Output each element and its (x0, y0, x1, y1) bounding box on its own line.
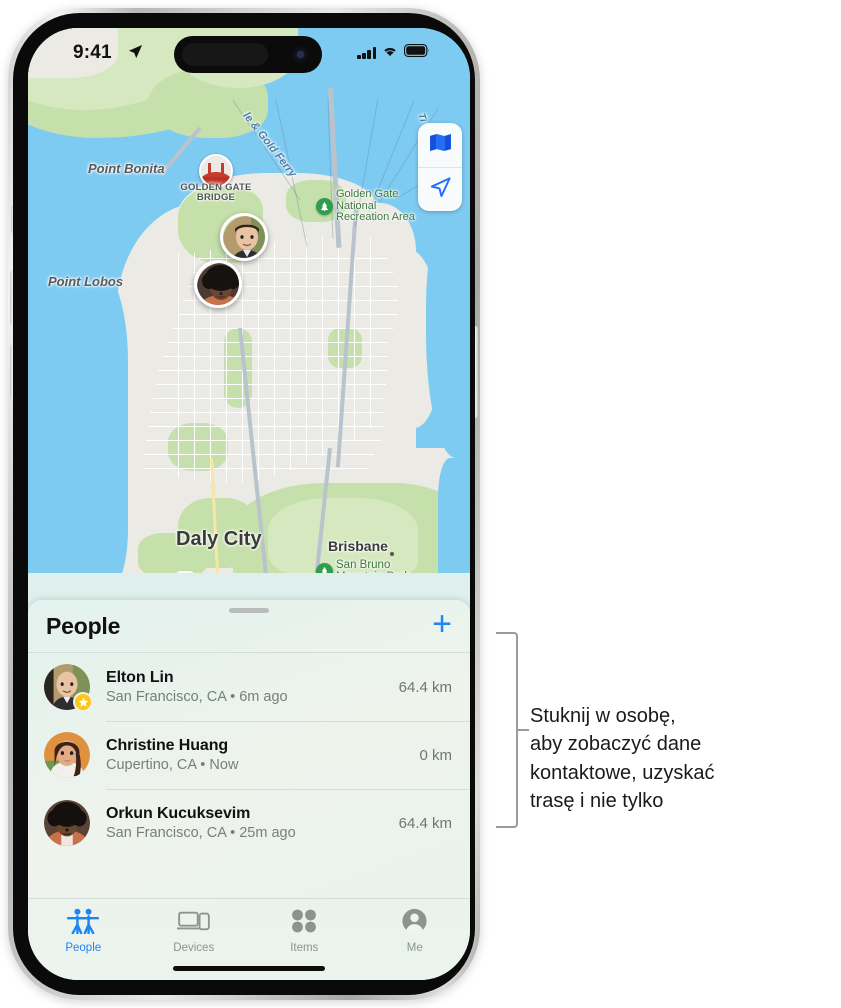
sheet-header: People + (28, 600, 470, 652)
people-icon (67, 908, 100, 939)
favorite-star-badge (73, 692, 93, 712)
phone-frame: Point Bonita Point Lobos GOLDEN GATE BRI… (8, 8, 480, 1000)
home-indicator[interactable] (173, 966, 325, 971)
tab-items[interactable]: Items (249, 908, 360, 954)
battery-full-icon (404, 44, 430, 62)
items-grid-icon (290, 908, 318, 939)
tab-me[interactable]: Me (360, 908, 471, 954)
map-label-ferry-route-2: Ti (415, 112, 429, 124)
tab-label-me: Me (406, 942, 423, 954)
person-name: Elton Lin (106, 669, 174, 686)
map-type-button[interactable] (418, 123, 462, 167)
callout-line-1: Stuknij w osobę, (530, 705, 676, 727)
screenshot-root: Point Bonita Point Lobos GOLDEN GATE BRI… (0, 0, 841, 1008)
cellular-signal-icon (357, 47, 376, 59)
list-item-text: Orkun Kucuksevim San Francisco, CA • 25m… (106, 805, 399, 841)
avatar-orkun (44, 800, 90, 846)
map-label-ggnra: Golden Gate National Recreation Area (336, 188, 415, 224)
person-subtitle: Cupertino, CA • Now (106, 757, 239, 773)
map-label-ggb-line2: BRIDGE (196, 191, 236, 203)
map-book-icon (429, 133, 452, 157)
map-poi-ggnra-icon[interactable] (316, 198, 333, 215)
tab-label-people: People (65, 942, 102, 954)
person-distance: 64.4 km (398, 814, 452, 832)
map-label-ggnra-line1: Golden Gate (336, 188, 399, 200)
status-bar: 9:41 (28, 28, 470, 82)
tab-devices[interactable]: Devices (139, 908, 250, 954)
person-distance: 64.4 km (398, 678, 452, 696)
map-label-ggnra-line3: Recreation Area (336, 211, 415, 224)
map-dot-brisbane (390, 552, 394, 556)
avatar-christine (44, 732, 90, 778)
table-row[interactable]: Orkun Kucuksevim San Francisco, CA • 25m… (28, 789, 470, 857)
map-pin-person-orkun[interactable] (194, 260, 242, 308)
navigation-arrow-icon (429, 176, 452, 204)
table-row[interactable]: Elton Lin San Francisco, CA • 6m ago 64.… (28, 653, 470, 721)
map-label-ferry-route: le & Gold Ferry (240, 110, 299, 180)
people-sheet: People + Elton Lin San Francisco, CA • 6… (28, 600, 470, 980)
map-label-golden-gate-bridge: GOLDEN GATE BRIDGE (176, 183, 256, 203)
people-list: Elton Lin San Francisco, CA • 6m ago 64.… (28, 652, 470, 857)
callout-text: Stuknij w osobę, aby zobaczyć dane konta… (530, 702, 830, 816)
tab-people[interactable]: People (28, 908, 139, 954)
tab-label-devices: Devices (173, 942, 215, 954)
map-canvas[interactable]: Point Bonita Point Lobos GOLDEN GATE BRI… (28, 28, 470, 573)
avatar (44, 664, 93, 712)
map-highway-shield-35: 35 (174, 571, 196, 573)
person-circle-icon (401, 908, 428, 939)
table-row[interactable]: Christine Huang Cupertino, CA • Now 0 km (28, 721, 470, 789)
page-title: People (46, 612, 121, 639)
person-name: Orkun Kucuksevim (106, 805, 251, 822)
map-water-pacific (28, 258, 128, 573)
avatar (44, 732, 90, 778)
person-subtitle: San Francisco, CA • 25m ago (106, 825, 296, 841)
callout-line-4: trasę i nie tylko (530, 790, 664, 813)
map-label-daly-city: Daly City (176, 528, 262, 550)
callout-line-3: kontaktowe, uzyskać (530, 761, 715, 784)
map-label-san-bruno-mountain-park: San Bruno Mountain Park (336, 559, 410, 573)
map-label-brisbane: Brisbane (328, 538, 388, 554)
phone-screen: Point Bonita Point Lobos GOLDEN GATE BRI… (28, 28, 470, 980)
avatar (44, 800, 90, 846)
map-water-bay-south (438, 458, 470, 573)
devices-icon (176, 908, 211, 939)
callout-leader-line (517, 729, 529, 731)
dynamic-island (174, 36, 322, 73)
map-label-sbmp-line2: Mountain Park (336, 571, 410, 573)
person-name: Christine Huang (106, 737, 229, 754)
map-controls-panel (418, 123, 462, 211)
tab-label-items: Items (290, 942, 319, 954)
list-item-text: Elton Lin San Francisco, CA • 6m ago (106, 669, 399, 705)
dynamic-island-pill (182, 43, 268, 66)
map-poi-san-bruno-icon[interactable] (316, 563, 333, 573)
list-item-text: Christine Huang Cupertino, CA • Now (106, 737, 419, 773)
status-bar-time: 9:41 (73, 42, 112, 63)
callout-bracket (496, 632, 518, 828)
callout-line-2: aby zobaczyć dane (530, 733, 702, 756)
add-person-button[interactable]: + (432, 607, 452, 646)
map-park-lake-merced (168, 423, 228, 471)
map-label-sbmp-line1: San Bruno (336, 559, 391, 571)
status-bar-indicators (357, 44, 430, 62)
location-arrow-icon (128, 44, 143, 64)
map-label-point-bonita: Point Bonita (88, 161, 165, 176)
recenter-button[interactable] (418, 167, 462, 211)
map-label-point-lobos: Point Lobos (48, 274, 124, 289)
map-pin-person-elton[interactable] (220, 213, 268, 261)
person-distance: 0 km (419, 746, 452, 764)
person-subtitle: San Francisco, CA • 6m ago (106, 689, 288, 705)
wifi-icon (382, 44, 398, 62)
map-water-bay (426, 208, 470, 458)
front-camera-icon (293, 47, 308, 62)
